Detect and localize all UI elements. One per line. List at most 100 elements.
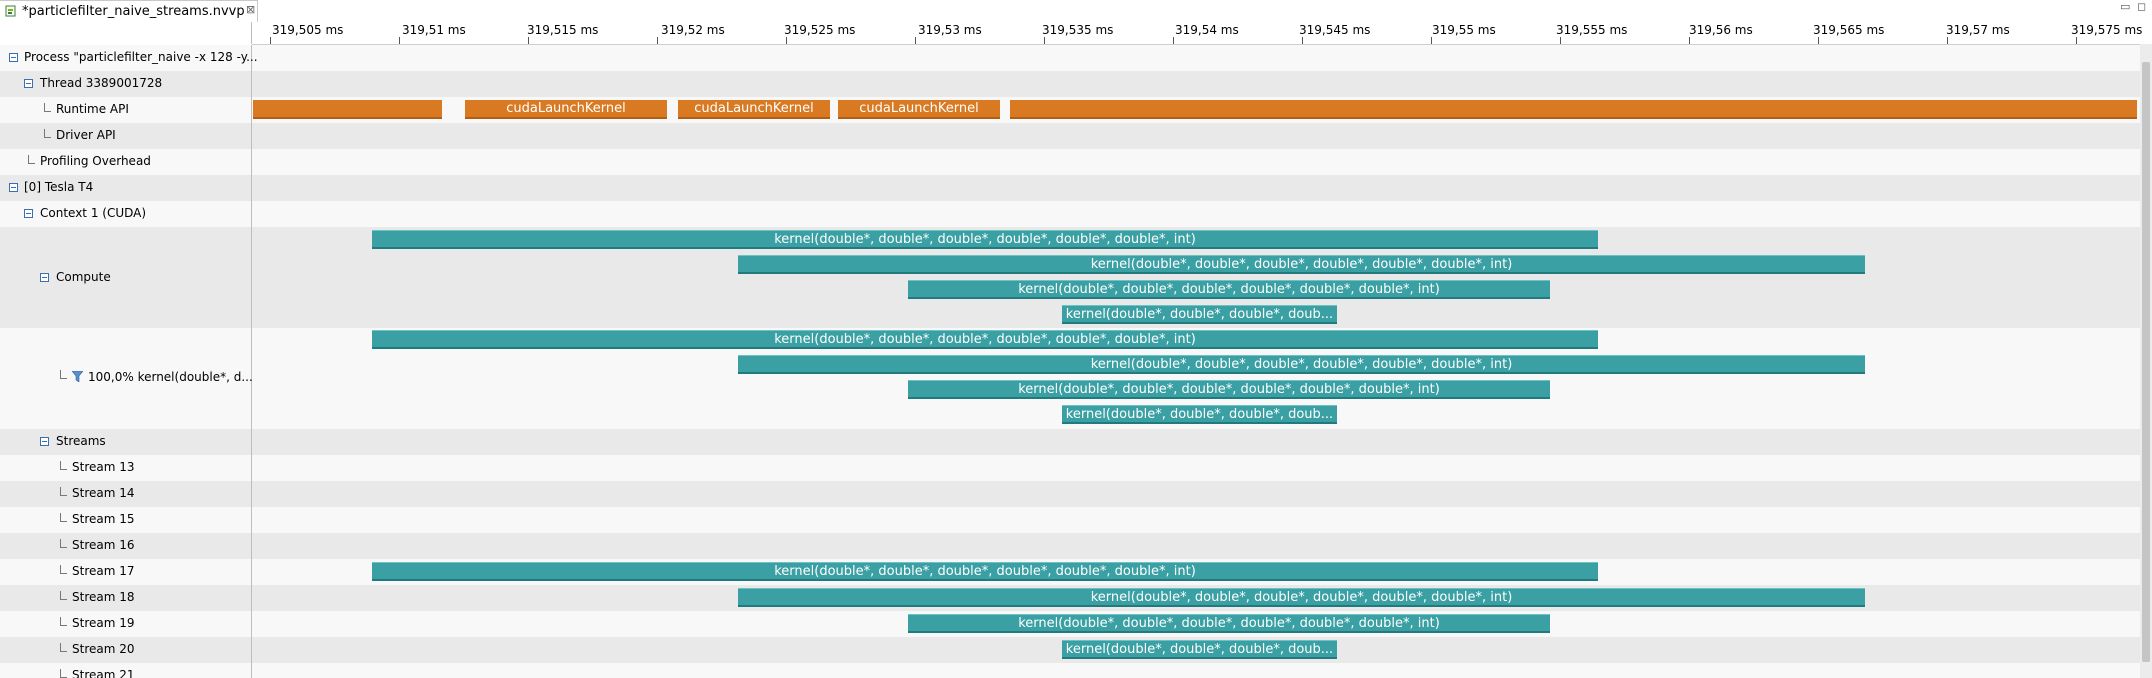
kernel-bar[interactable]: kernel(double*, double*, double*, double… xyxy=(372,562,1598,581)
ruler-tick xyxy=(1044,37,1045,44)
ruler-tick-label: 319,525 ms xyxy=(784,23,856,37)
profiling-overhead-label: Profiling Overhead xyxy=(40,154,151,168)
tree-connector-icon xyxy=(60,461,67,470)
timeline-row-kernel-filter[interactable]: 100,0% kernel(double*, d... kernel(doubl… xyxy=(0,328,2152,429)
kernel-bar[interactable]: kernel(double*, double*, double*, double… xyxy=(738,255,1865,274)
row-label-cell: Stream 20 xyxy=(0,637,252,663)
timeline-row-device[interactable]: [0] Tesla T4 xyxy=(0,175,2152,201)
stream-label: Stream 21 xyxy=(72,668,135,678)
tree-connector-icon xyxy=(44,103,51,112)
collapse-toggle-icon[interactable] xyxy=(40,273,49,282)
kernel-bar[interactable]: kernel(double*, double*, double*, double… xyxy=(372,330,1598,349)
kernel-bar[interactable]: kernel(double*, double*, double*, double… xyxy=(372,230,1598,249)
timeline-row-compute[interactable]: Compute kernel(double*, double*, double*… xyxy=(0,227,2152,328)
row-label-cell: Stream 17 xyxy=(0,559,252,585)
collapse-toggle-icon[interactable] xyxy=(24,209,33,218)
stream-label: Stream 19 xyxy=(72,616,135,630)
tree-connector-icon xyxy=(60,669,67,678)
ruler-tick-label: 319,555 ms xyxy=(1556,23,1628,37)
timeline-row-runtime-api[interactable]: Runtime API cudaLaunchKernel cudaLaunchK… xyxy=(0,97,2152,123)
timeline-ruler[interactable]: 319,505 ms 319,51 ms 319,515 ms 319,52 m… xyxy=(252,22,2152,45)
tree-connector-icon xyxy=(60,487,67,496)
scrollbar-thumb[interactable] xyxy=(2142,62,2150,662)
kernel-bar[interactable]: kernel(double*, double*, double*, doub..… xyxy=(1062,305,1337,324)
ruler-tick xyxy=(915,37,916,44)
row-label-cell: Stream 13 xyxy=(0,455,252,481)
collapse-toggle-icon[interactable] xyxy=(9,183,18,192)
timeline-row-stream-17[interactable]: Stream 17 kernel(double*, double*, doubl… xyxy=(0,559,2152,585)
row-label-cell: 100,0% kernel(double*, d... xyxy=(0,328,253,429)
vertical-scrollbar[interactable] xyxy=(2140,44,2152,678)
driver-api-label: Driver API xyxy=(56,128,116,142)
stream-label: Stream 17 xyxy=(72,564,135,578)
api-call-bar[interactable] xyxy=(1010,100,2137,119)
row-label-cell: Stream 19 xyxy=(0,611,252,637)
ruler-tick-label: 319,57 ms xyxy=(1946,23,2010,37)
editor-tab[interactable]: *particlefilter_naive_streams.nvvp ⊠ xyxy=(0,0,258,22)
ruler-tick xyxy=(1431,37,1432,44)
ruler-tick-label: 319,52 ms xyxy=(661,23,725,37)
kernel-bar[interactable]: kernel(double*, double*, double*, double… xyxy=(908,280,1550,299)
timeline-row-thread[interactable]: Thread 3389001728 xyxy=(0,71,2152,97)
ruler-tick xyxy=(1689,37,1690,44)
device-label: [0] Tesla T4 xyxy=(24,180,94,194)
ruler-tick-label: 319,51 ms xyxy=(402,23,466,37)
maximize-icon[interactable]: ◻ xyxy=(2137,0,2146,13)
ruler-tick xyxy=(270,37,271,44)
timeline-row-driver-api[interactable]: Driver API xyxy=(0,123,2152,149)
kernel-bar[interactable]: kernel(double*, double*, double*, double… xyxy=(908,380,1550,399)
ruler-tick xyxy=(1302,37,1303,44)
ruler-tick xyxy=(1560,37,1561,44)
api-call-bar[interactable]: cudaLaunchKernel xyxy=(838,100,1000,119)
minimize-icon[interactable]: ▭ xyxy=(2120,0,2130,13)
tree-connector-icon xyxy=(44,129,51,138)
collapse-toggle-icon[interactable] xyxy=(24,79,33,88)
kernel-bar[interactable]: kernel(double*, double*, double*, double… xyxy=(908,614,1550,633)
kernel-bar[interactable]: kernel(double*, double*, double*, double… xyxy=(738,588,1865,607)
context-label: Context 1 (CUDA) xyxy=(40,206,147,220)
timeline-row-stream-21[interactable]: Stream 21 xyxy=(0,663,2152,678)
kernel-bar[interactable]: kernel(double*, double*, double*, doub..… xyxy=(1062,640,1337,659)
timeline-row-stream-14[interactable]: Stream 14 xyxy=(0,481,2152,507)
collapse-toggle-icon[interactable] xyxy=(9,53,18,62)
timeline-row-stream-20[interactable]: Stream 20 kernel(double*, double*, doubl… xyxy=(0,637,2152,663)
row-label-cell: Stream 14 xyxy=(0,481,252,507)
close-tab-icon[interactable]: ⊠ xyxy=(246,4,255,16)
editor-tab-bar: *particlefilter_naive_streams.nvvp ⊠ ▭ ◻ xyxy=(0,0,2152,22)
timeline-row-profiling-overhead[interactable]: Profiling Overhead xyxy=(0,149,2152,175)
kernel-bar[interactable]: kernel(double*, double*, double*, doub..… xyxy=(1062,405,1337,424)
timeline-row-context[interactable]: Context 1 (CUDA) xyxy=(0,201,2152,227)
row-label-cell: Stream 15 xyxy=(0,507,252,533)
row-label-cell: Thread 3389001728 xyxy=(0,71,252,97)
timeline-row-process[interactable]: Process "particlefilter_naive -x 128 -y.… xyxy=(0,45,2152,71)
timeline-row-stream-18[interactable]: Stream 18 kernel(double*, double*, doubl… xyxy=(0,585,2152,611)
api-call-bar[interactable] xyxy=(253,100,442,119)
tree-connector-icon xyxy=(60,370,67,379)
stream-label: Stream 15 xyxy=(72,512,135,526)
timeline-row-stream-19[interactable]: Stream 19 kernel(double*, double*, doubl… xyxy=(0,611,2152,637)
editor-tab-title: *particlefilter_naive_streams.nvvp xyxy=(22,4,245,19)
tree-connector-icon xyxy=(60,513,67,522)
tree-connector-icon xyxy=(60,617,67,626)
ruler-tick xyxy=(1173,37,1174,44)
timeline-row-stream-16[interactable]: Stream 16 xyxy=(0,533,2152,559)
kernel-bar[interactable]: kernel(double*, double*, double*, double… xyxy=(738,355,1865,374)
filter-icon xyxy=(72,371,83,382)
ruler-tick-label: 319,56 ms xyxy=(1689,23,1753,37)
nvvp-file-icon xyxy=(5,5,16,17)
ruler-tick xyxy=(1947,37,1948,44)
timeline-row-stream-15[interactable]: Stream 15 xyxy=(0,507,2152,533)
api-call-bar[interactable]: cudaLaunchKernel xyxy=(678,100,830,119)
ruler-label-spacer xyxy=(0,22,252,44)
timeline-row-stream-13[interactable]: Stream 13 xyxy=(0,455,2152,481)
ruler-tick-label: 319,505 ms xyxy=(272,23,344,37)
stream-label: Stream 14 xyxy=(72,486,135,500)
row-label-cell: [0] Tesla T4 xyxy=(0,175,252,201)
row-label-cell: Runtime API xyxy=(0,97,252,123)
tree-connector-icon xyxy=(60,591,67,600)
api-call-bar[interactable]: cudaLaunchKernel xyxy=(465,100,667,119)
timeline-row-streams[interactable]: Streams xyxy=(0,429,2152,455)
thread-label: Thread 3389001728 xyxy=(40,76,163,90)
row-label-cell: Stream 16 xyxy=(0,533,252,559)
collapse-toggle-icon[interactable] xyxy=(40,437,49,446)
